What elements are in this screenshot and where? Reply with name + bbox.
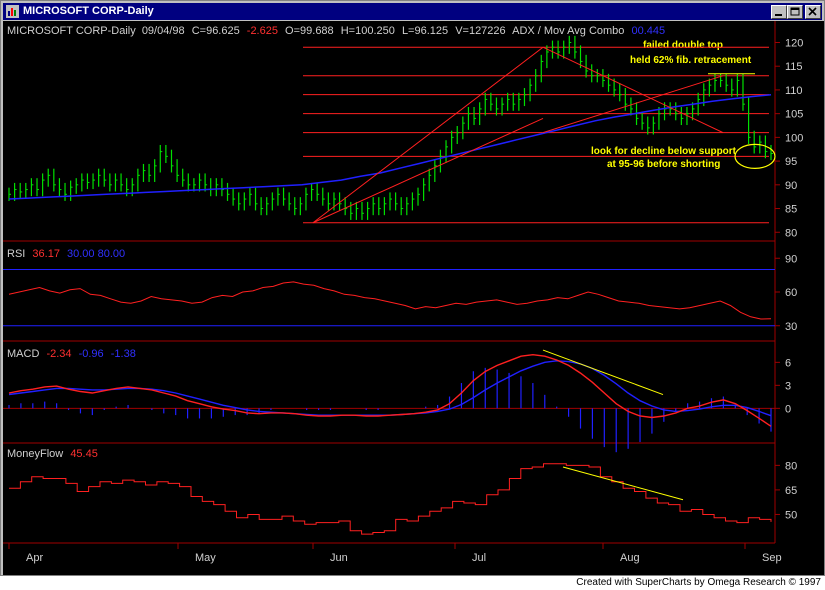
macd-signal-line xyxy=(8,360,772,417)
header-info: MICROSOFT CORP-Daily 09/04/98 C=96.625 -… xyxy=(7,25,665,37)
macd-tick-label: 0 xyxy=(785,403,791,415)
month-label: Jul xyxy=(472,552,486,564)
header-volume: V=127226 xyxy=(455,25,505,37)
macd-panel xyxy=(3,349,775,453)
macd-label: MACD xyxy=(7,348,39,360)
moneyflow-value: 45.45 xyxy=(70,448,98,460)
chart-canvas[interactable]: MICROSOFT CORP-Daily 09/04/98 C=96.625 -… xyxy=(3,21,824,575)
moneyflow-divergence-line xyxy=(562,466,684,501)
price-tick-label: 115 xyxy=(785,61,803,73)
chart-app-icon xyxy=(6,5,19,18)
price-tick-label: 85 xyxy=(785,204,797,216)
moneyflow-label-group: MoneyFlow 45.45 xyxy=(7,448,98,460)
rsi-levels: 30.00 80.00 xyxy=(67,248,125,260)
price-tick-label: 100 xyxy=(785,132,803,144)
window-title: MICROSOFT CORP-Daily xyxy=(23,5,154,17)
rsi-panel xyxy=(3,269,775,327)
footer-credit: Created with SuperCharts by Omega Resear… xyxy=(576,577,821,588)
moneyflow-tick-label: 65 xyxy=(785,485,797,497)
header-indicator-value: 00.445 xyxy=(631,25,665,37)
macd-signal: -0.96 xyxy=(79,348,104,360)
moneyflow-panel xyxy=(9,463,772,535)
annotation-failed-top-1: failed double top xyxy=(643,40,723,51)
moneyflow-tick-label: 80 xyxy=(785,460,797,472)
minimize-icon xyxy=(775,14,782,16)
month-label: Sep xyxy=(762,552,782,564)
rsi-line xyxy=(8,281,772,320)
annotation-support-2: at 95-96 before shorting xyxy=(607,159,720,170)
month-label: Jun xyxy=(330,552,348,564)
header-high: H=100.250 xyxy=(341,25,395,37)
macd-value: -2.34 xyxy=(46,348,71,360)
header-change: -2.625 xyxy=(247,25,278,37)
header-close: C=96.625 xyxy=(192,25,240,37)
header-indicator: ADX / Mov Avg Combo xyxy=(512,25,624,37)
rsi-tick-label: 60 xyxy=(785,287,797,299)
rsi-value: 36.17 xyxy=(32,248,60,260)
macd-line xyxy=(8,353,772,427)
trend-line xyxy=(312,117,544,224)
header-date: 09/04/98 xyxy=(142,25,185,37)
moneyflow-line xyxy=(9,463,772,535)
price-tick-label: 95 xyxy=(785,156,797,168)
axes: 80 85 90 95 100 105 110 115 120 30 60 90 0 3 6 50 65 80 Ap… xyxy=(8,37,803,564)
month-label: May xyxy=(195,552,216,564)
price-tick-label: 105 xyxy=(785,109,803,121)
rsi-label: RSI xyxy=(7,248,25,260)
rsi-tick-label: 30 xyxy=(785,321,797,333)
price-tick-label: 80 xyxy=(785,227,797,239)
macd-tick-label: 6 xyxy=(785,357,791,369)
month-label: Apr xyxy=(26,552,43,564)
close-icon xyxy=(808,7,817,16)
macd-tick-label: 3 xyxy=(785,380,791,392)
macd-label-group: MACD -2.34 -0.96 -1.38 xyxy=(7,348,136,360)
minimize-button[interactable] xyxy=(771,5,787,19)
moneyflow-label: MoneyFlow xyxy=(7,448,63,460)
title-bar[interactable]: MICROSOFT CORP-Daily xyxy=(3,3,822,20)
rsi-tick-label: 90 xyxy=(785,253,797,265)
annotation-failed-top-2: held 62% fib. retracement xyxy=(630,55,752,66)
macd-divergence-line xyxy=(542,349,664,396)
macd-hist: -1.38 xyxy=(111,348,136,360)
trend-line xyxy=(312,46,544,224)
maximize-button[interactable] xyxy=(787,5,803,19)
annotation-support-1: look for decline below support xyxy=(591,146,737,157)
price-tick-label: 110 xyxy=(785,85,803,97)
header-symbol: MICROSOFT CORP-Daily xyxy=(7,25,136,37)
maximize-icon xyxy=(790,7,800,16)
close-button[interactable] xyxy=(805,5,821,19)
month-label: Aug xyxy=(620,552,640,564)
price-tick-label: 90 xyxy=(785,180,797,192)
rsi-label-group: RSI 36.17 30.00 80.00 xyxy=(7,248,125,260)
price-tick-label: 120 xyxy=(785,37,803,49)
header-open: O=99.688 xyxy=(285,25,334,37)
moneyflow-tick-label: 50 xyxy=(785,509,797,521)
panel-frames xyxy=(3,21,776,544)
header-low: L=96.125 xyxy=(402,25,448,37)
app-window: MICROSOFT CORP-Daily MICROSOFT CORP-Dail… xyxy=(0,0,825,576)
chart-area[interactable]: MICROSOFT CORP-Daily 09/04/98 C=96.625 -… xyxy=(3,21,824,575)
